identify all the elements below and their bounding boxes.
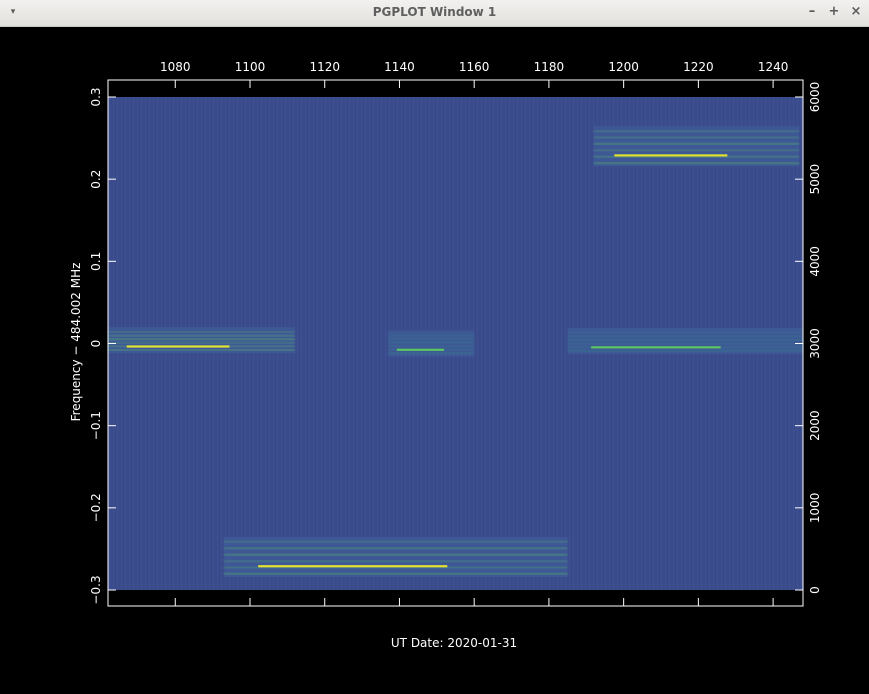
maximize-button[interactable]: + <box>825 3 843 21</box>
top-tick-label: 1200 <box>608 60 639 74</box>
signal-stripe <box>223 573 568 575</box>
signal-band-0 <box>108 327 295 354</box>
signal-stripe <box>567 342 803 345</box>
signal-band-3 <box>593 126 800 167</box>
signal-stripe <box>567 332 803 334</box>
right-tick-label: 2000 <box>808 410 822 441</box>
window-title: PGPLOT Window 1 <box>372 5 497 19</box>
signal-peak <box>396 348 445 351</box>
left-tick-label: 0 <box>89 340 103 348</box>
signal-stripe <box>593 162 800 164</box>
signal-band-4 <box>223 537 568 578</box>
y-axis-label: Frequency − 484.002 MHz <box>69 263 83 422</box>
top-tick-label: 1160 <box>459 60 490 74</box>
signal-peak <box>126 345 230 348</box>
signal-stripe <box>593 149 800 152</box>
signal-stripe <box>223 541 568 543</box>
signal-stripe <box>567 350 803 352</box>
left-tick-label: 0.3 <box>89 87 103 106</box>
top-tick-label: 1180 <box>534 60 565 74</box>
signal-stripe <box>593 136 800 139</box>
signal-stripe <box>223 553 568 556</box>
signal-peak <box>591 346 721 349</box>
signal-peak <box>614 154 728 157</box>
signal-stripe <box>388 338 475 340</box>
signal-band-1 <box>388 330 475 357</box>
signal-stripe <box>388 345 475 347</box>
signal-stripe <box>593 143 800 145</box>
signal-stripe <box>567 339 803 341</box>
right-tick-label: 5000 <box>808 164 822 195</box>
top-tick-label: 1220 <box>683 60 714 74</box>
signal-stripe <box>388 352 475 355</box>
signal-stripe <box>108 331 295 333</box>
minimize-button[interactable]: – <box>803 3 821 21</box>
top-tick-label: 1080 <box>160 60 191 74</box>
signal-stripe <box>388 334 475 337</box>
top-tick-label: 1100 <box>235 60 266 74</box>
signal-stripe <box>567 335 803 338</box>
signal-halo <box>223 537 568 578</box>
signal-stripe <box>388 341 475 344</box>
title-bar[interactable]: ▾ PGPLOT Window 1 – + × <box>0 0 869 27</box>
signal-stripe <box>108 342 295 344</box>
heatmap-area <box>108 97 803 590</box>
right-tick-label: 4000 <box>808 246 822 277</box>
signal-stripe <box>223 547 568 550</box>
left-tick-label: 0.1 <box>89 252 103 271</box>
right-tick-label: 0 <box>808 586 822 594</box>
right-tick-label: 6000 <box>808 82 822 113</box>
signal-stripe <box>108 334 295 337</box>
left-tick-label: −0.3 <box>89 575 103 604</box>
top-tick-label: 1240 <box>758 60 789 74</box>
signal-peak <box>258 565 448 568</box>
right-tick-label: 3000 <box>808 328 822 359</box>
close-button[interactable]: × <box>847 3 865 21</box>
signal-stripe <box>223 560 568 562</box>
spectrogram-plot: 1080 1100 1120 1140 1160 1180 1200 1220 1240 0.3… <box>69 60 822 650</box>
left-tick-label: −0.1 <box>89 411 103 440</box>
pgplot-window: ▾ PGPLOT Window 1 – + × 1080 1100 1120 1140… <box>0 0 869 694</box>
top-tick-label: 1140 <box>384 60 415 74</box>
signal-stripe <box>108 338 295 341</box>
top-tick-label: 1120 <box>309 60 340 74</box>
right-tick-label: 1000 <box>808 493 822 524</box>
signal-stripe <box>593 130 800 132</box>
signal-band-2 <box>567 328 803 355</box>
signal-halo <box>593 126 800 167</box>
x-axis-label: UT Date: 2020-01-31 <box>391 636 517 650</box>
left-tick-label: 0.2 <box>89 170 103 189</box>
signal-stripe <box>108 349 295 351</box>
left-tick-label: −0.2 <box>89 493 103 522</box>
plot-canvas: 1080 1100 1120 1140 1160 1180 1200 1220 1240 0.3… <box>1 27 868 693</box>
